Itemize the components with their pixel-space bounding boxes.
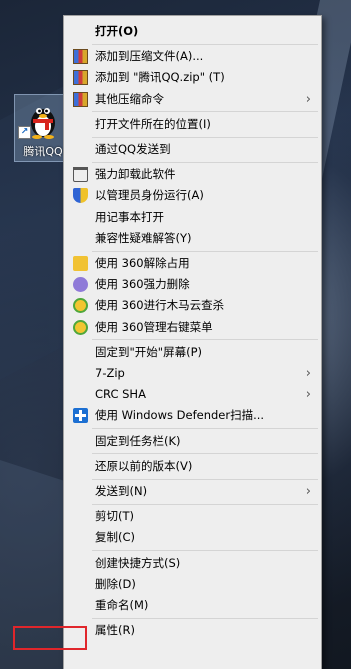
winrar-archive-icon bbox=[73, 91, 88, 107]
menu-item-label: 打开文件所在的位置(I) bbox=[95, 116, 211, 131]
menu-item[interactable]: 重命名(M) bbox=[64, 595, 321, 616]
menu-item[interactable]: 使用 360进行木马云查杀 bbox=[64, 295, 321, 316]
menu-item[interactable]: 删除(D) bbox=[64, 574, 321, 595]
menu-item-label: 使用 360进行木马云查杀 bbox=[95, 298, 225, 313]
menu-item-label: 发送到(N) bbox=[95, 484, 148, 498]
menu-separator bbox=[92, 428, 318, 430]
chevron-right-icon: › bbox=[305, 484, 311, 499]
menu-item-label: 固定到任务栏(K) bbox=[95, 433, 181, 448]
menu-separator bbox=[92, 550, 318, 552]
menu-item-label: 兼容性疑难解答(Y) bbox=[95, 230, 192, 245]
menu-separator bbox=[92, 478, 318, 480]
menu-item[interactable]: 添加到 "腾讯QQ.zip" (T) bbox=[64, 67, 321, 88]
menu-item-label: 固定到"开始"屏幕(P) bbox=[95, 344, 202, 359]
menu-separator bbox=[92, 111, 318, 113]
menu-item[interactable]: 7-Zip › bbox=[64, 363, 321, 384]
menu-item[interactable]: 兼容性疑难解答(Y) bbox=[64, 228, 321, 249]
menu-item-label: CRC SHA bbox=[95, 387, 146, 402]
menu-item[interactable]: 其他压缩命令 › bbox=[64, 89, 321, 110]
uac-shield-icon bbox=[73, 188, 88, 204]
menu-separator bbox=[92, 503, 318, 505]
chevron-right-icon: › bbox=[305, 91, 311, 107]
menu-item-label: 添加到压缩文件(A)... bbox=[95, 49, 204, 64]
menu-item-label: 用记事本打开 bbox=[95, 209, 164, 224]
menu-item-label: 使用 360强力删除 bbox=[95, 277, 190, 292]
menu-separator bbox=[92, 43, 318, 45]
menu-item-label: 打开(O) bbox=[95, 24, 139, 38]
menu-item-label: 使用 Windows Defender扫描... bbox=[95, 408, 265, 423]
menu-separator bbox=[92, 250, 318, 252]
qq-penguin-icon bbox=[31, 108, 55, 139]
menu-item[interactable]: 创建快捷方式(S) bbox=[64, 553, 321, 574]
menu-item[interactable]: CRC SHA › bbox=[64, 384, 321, 405]
context-menu: 打开(O) 添加到压缩文件(A)... 添加到 "腾讯QQ.zip" (T) 其他压缩… bbox=[63, 15, 322, 669]
menu-item-label: 创建快捷方式(S) bbox=[95, 555, 181, 570]
menu-item-label: 删除(D) bbox=[95, 576, 136, 591]
menu-item-label: 以管理员身份运行(A) bbox=[95, 188, 204, 203]
menu-item-label: 剪切(T) bbox=[95, 509, 134, 524]
menu-item-label: 属性(R) bbox=[95, 623, 135, 638]
menu-item[interactable]: 固定到任务栏(K) bbox=[64, 431, 321, 452]
menu-item-label: 使用 360解除占用 bbox=[95, 256, 190, 270]
menu-item-label: 强力卸载此软件 bbox=[95, 167, 176, 182]
menu-separator bbox=[92, 453, 318, 455]
menu-separator bbox=[92, 161, 318, 163]
menu-item-label: 其他压缩命令 bbox=[95, 91, 164, 106]
menu-item[interactable]: 通过QQ发送到 bbox=[64, 139, 321, 160]
menu-item[interactable]: 还原以前的版本(V) bbox=[64, 456, 321, 477]
menu-item-label: 还原以前的版本(V) bbox=[95, 458, 193, 473]
chevron-right-icon: › bbox=[305, 366, 311, 381]
menu-item-label: 复制(C) bbox=[95, 530, 136, 545]
windows-defender-icon bbox=[73, 408, 88, 424]
trash-bin-icon bbox=[73, 167, 88, 183]
menu-item[interactable]: 使用 360强力删除 bbox=[64, 274, 321, 295]
menu-item[interactable]: 使用 Windows Defender扫描... bbox=[64, 405, 321, 426]
menu-item[interactable]: 复制(C) bbox=[64, 527, 321, 548]
shortcut-arrow-icon: ↗ bbox=[18, 126, 31, 139]
menu-item[interactable]: 使用 360管理右键菜单 bbox=[64, 317, 321, 338]
360-scan-icon bbox=[73, 298, 88, 314]
menu-item[interactable]: 添加到压缩文件(A)... bbox=[64, 46, 321, 67]
winrar-archive-icon bbox=[73, 49, 88, 65]
menu-item[interactable]: 用记事本打开 bbox=[64, 207, 321, 228]
highlight-box bbox=[13, 626, 87, 650]
360-scan-icon bbox=[73, 319, 88, 335]
chevron-right-icon: › bbox=[305, 387, 311, 403]
menu-item[interactable]: 打开(O) bbox=[64, 21, 321, 42]
menu-item[interactable]: 属性(R) bbox=[64, 620, 321, 641]
360-unlock-icon bbox=[73, 256, 88, 271]
360-shred-icon bbox=[73, 277, 88, 293]
menu-item[interactable]: 以管理员身份运行(A) bbox=[64, 185, 321, 206]
menu-item-label: 7-Zip bbox=[95, 366, 125, 380]
menu-separator bbox=[92, 617, 318, 619]
menu-item-label: 通过QQ发送到 bbox=[95, 142, 171, 156]
menu-item-label: 重命名(M) bbox=[95, 598, 149, 612]
menu-item[interactable]: 发送到(N) › bbox=[64, 481, 321, 502]
menu-item[interactable]: 强力卸载此软件 bbox=[64, 164, 321, 185]
menu-item[interactable]: 固定到"开始"屏幕(P) bbox=[64, 342, 321, 363]
menu-separator bbox=[92, 136, 318, 138]
menu-item[interactable]: 打开文件所在的位置(I) bbox=[64, 114, 321, 135]
menu-item[interactable]: 使用 360解除占用 bbox=[64, 253, 321, 274]
menu-item-label: 使用 360管理右键菜单 bbox=[95, 319, 213, 334]
winrar-archive-icon bbox=[73, 70, 88, 86]
menu-item-label: 添加到 "腾讯QQ.zip" (T) bbox=[95, 70, 225, 85]
menu-separator bbox=[92, 339, 318, 341]
menu-item[interactable]: 剪切(T) bbox=[64, 506, 321, 527]
